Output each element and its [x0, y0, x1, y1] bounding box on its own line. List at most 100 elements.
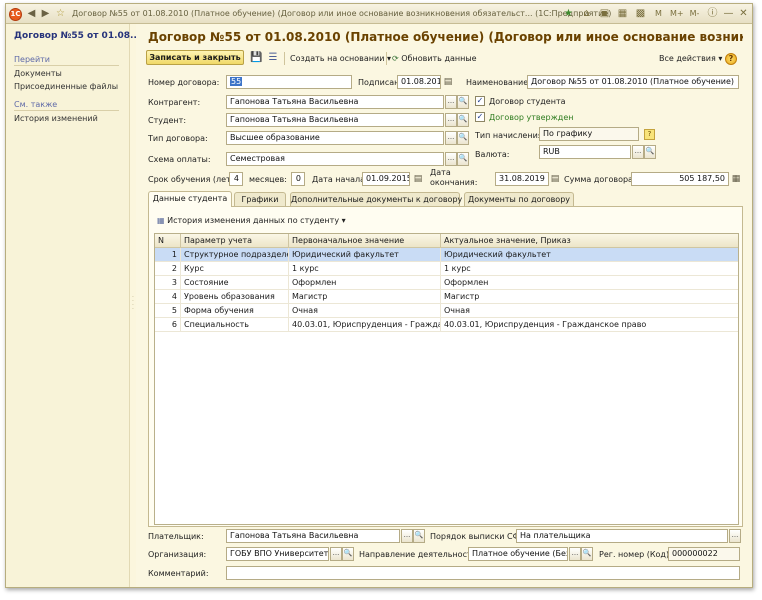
- calendar-icon[interactable]: ▤: [413, 173, 423, 185]
- history-button[interactable]: ▦ История изменения данных по студенту ▾: [157, 216, 346, 225]
- search-icon[interactable]: 🔍: [457, 113, 469, 127]
- search-icon[interactable]: 🔍: [413, 529, 425, 543]
- signed-date-field[interactable]: 01.08.2010: [397, 75, 441, 89]
- memory-minus-icon[interactable]: M-: [688, 8, 701, 21]
- column-header-param[interactable]: Параметр учета: [181, 234, 289, 248]
- cell-actual: Оформлен: [444, 278, 489, 287]
- tab-contract-documents[interactable]: Документы по договору: [464, 192, 574, 207]
- app-logo-icon[interactable]: 1С: [9, 8, 22, 21]
- calculator-icon[interactable]: ▦: [616, 8, 629, 21]
- help-icon[interactable]: ?: [725, 53, 737, 65]
- student-label: Студент:: [148, 116, 187, 125]
- accrual-field[interactable]: По графику: [539, 127, 639, 141]
- counterparty-field[interactable]: Гапонова Татьяна Васильевна: [226, 95, 444, 109]
- student-params-table: N Параметр учета Первоначальное значение…: [154, 233, 739, 525]
- memory-icon[interactable]: M: [652, 8, 665, 21]
- column-header-actual[interactable]: Актуальное значение, Приказ: [441, 234, 738, 248]
- back-icon[interactable]: ◀: [25, 8, 38, 21]
- table-row[interactable]: 4 Уровень образования Магистр Магистр: [155, 290, 738, 304]
- create-based-label: Создать на основании: [290, 54, 385, 63]
- search-icon[interactable]: 🔍: [457, 95, 469, 109]
- tab-schedules[interactable]: Графики: [234, 192, 286, 207]
- accrual-help-icon[interactable]: ?: [644, 129, 655, 140]
- payer-select-button[interactable]: ...: [401, 529, 413, 543]
- table-row[interactable]: 1 Структурное подразделе... Юридический …: [155, 248, 738, 262]
- comment-field[interactable]: [226, 566, 740, 580]
- cell-actual: Юридический факультет: [444, 250, 551, 259]
- cell-n: 5: [155, 304, 181, 318]
- number-value: 55: [230, 77, 243, 86]
- search-icon[interactable]: 🔍: [581, 547, 593, 561]
- type-field[interactable]: Высшее образование: [226, 131, 444, 145]
- number-field[interactable]: 55: [226, 75, 352, 89]
- term-years-field[interactable]: 4: [229, 172, 243, 186]
- cell-initial: Юридический факультет: [289, 248, 441, 262]
- save-icon[interactable]: 💾: [250, 51, 262, 64]
- name-field[interactable]: Договор №55 от 01.08.2010 (Платное обуче…: [527, 75, 739, 89]
- end-date-field[interactable]: 31.08.2019: [495, 172, 549, 186]
- sidebar-divider: [14, 65, 119, 66]
- student-select-button[interactable]: ...: [445, 113, 457, 127]
- search-icon[interactable]: 🔍: [644, 145, 656, 159]
- invoice-field[interactable]: На плательщика: [516, 529, 728, 543]
- table-row[interactable]: 6 Специальность 40.03.01, Юриспруденция …: [155, 318, 738, 332]
- sum-field[interactable]: 505 187,50: [631, 172, 729, 186]
- tab-student-data[interactable]: Данные студента: [148, 191, 232, 207]
- student-field[interactable]: Гапонова Татьяна Васильевна: [226, 113, 444, 127]
- calculator-icon[interactable]: ▦: [731, 173, 741, 185]
- home-icon[interactable]: ⌂: [580, 8, 593, 21]
- close-icon[interactable]: ✕: [737, 8, 750, 21]
- all-actions-button[interactable]: Все действия ▾: [659, 54, 722, 63]
- table-row[interactable]: 3 Состояние Оформлен Оформлен: [155, 276, 738, 290]
- search-icon[interactable]: 🔍: [457, 152, 469, 166]
- column-header-n[interactable]: N: [155, 234, 181, 248]
- payment-field[interactable]: Семестровая: [226, 152, 444, 166]
- add-favorite-icon[interactable]: ★: [562, 8, 575, 21]
- payer-field[interactable]: Гапонова Татьяна Васильевна: [226, 529, 400, 543]
- search-icon[interactable]: 🔍: [457, 131, 469, 145]
- calendar-icon[interactable]: ▤: [443, 76, 453, 88]
- counterparty-select-button[interactable]: ...: [445, 95, 457, 109]
- table-row[interactable]: 2 Курс 1 курс 1 курс: [155, 262, 738, 276]
- refresh-button[interactable]: ⟳ Обновить данные: [392, 54, 477, 63]
- calendar-icon[interactable]: ▤: [550, 173, 560, 185]
- direction-select-button[interactable]: ...: [569, 547, 581, 561]
- save-close-button[interactable]: Записать и закрыть: [146, 50, 244, 65]
- sidebar-item-attached-files[interactable]: Присоединенные файлы: [14, 82, 118, 91]
- org-select-button[interactable]: ...: [330, 547, 342, 561]
- start-date-field[interactable]: 01.09.2015: [362, 172, 410, 186]
- approved-checkbox[interactable]: ✓: [475, 112, 485, 122]
- cell-actual: Магистр: [444, 292, 480, 301]
- chevron-down-icon: ▾: [341, 216, 346, 225]
- sidebar-section-goto: Перейти: [14, 55, 50, 64]
- currency-select-button[interactable]: ...: [632, 145, 644, 159]
- memory-plus-icon[interactable]: M+: [670, 8, 684, 21]
- calendar-tb-icon[interactable]: ▩: [634, 8, 647, 21]
- forward-icon[interactable]: ▶: [39, 8, 52, 21]
- copy-link-icon[interactable]: ▣: [598, 8, 611, 21]
- favorite-icon[interactable]: ☆: [54, 8, 67, 21]
- tab-additional-documents[interactable]: Дополнительные документы к договору: [290, 192, 462, 207]
- column-header-initial[interactable]: Первоначальное значение: [289, 234, 441, 248]
- payment-select-button[interactable]: ...: [445, 152, 457, 166]
- cell-n: 6: [155, 318, 181, 332]
- table-row[interactable]: 5 Форма обучения Очная Очная: [155, 304, 738, 318]
- create-based-button[interactable]: Создать на основании ▾: [290, 54, 391, 63]
- sidebar-item-history[interactable]: История изменений: [14, 114, 98, 123]
- reg-field[interactable]: 000000022: [668, 547, 740, 561]
- direction-field[interactable]: Платное обучение (Без НД...: [468, 547, 568, 561]
- sidebar: Договор №55 от 01.08... Перейти Документ…: [6, 24, 140, 587]
- currency-field[interactable]: RUB: [539, 145, 631, 159]
- direction-label: Направление деятельности:: [359, 550, 480, 559]
- info-icon[interactable]: ⓘ: [706, 8, 719, 21]
- splitter-grip[interactable]: · · · ·: [132, 295, 135, 313]
- invoice-select-button[interactable]: ...: [729, 529, 741, 543]
- list-icon[interactable]: ☰: [267, 51, 279, 64]
- sidebar-item-documents[interactable]: Документы: [14, 69, 62, 78]
- minimize-icon[interactable]: —: [722, 8, 735, 21]
- search-icon[interactable]: 🔍: [342, 547, 354, 561]
- type-select-button[interactable]: ...: [445, 131, 457, 145]
- term-months-field[interactable]: 0: [291, 172, 305, 186]
- org-field[interactable]: ГОБУ ВПО Университет и...: [226, 547, 329, 561]
- student-contract-checkbox[interactable]: ✓: [475, 96, 485, 106]
